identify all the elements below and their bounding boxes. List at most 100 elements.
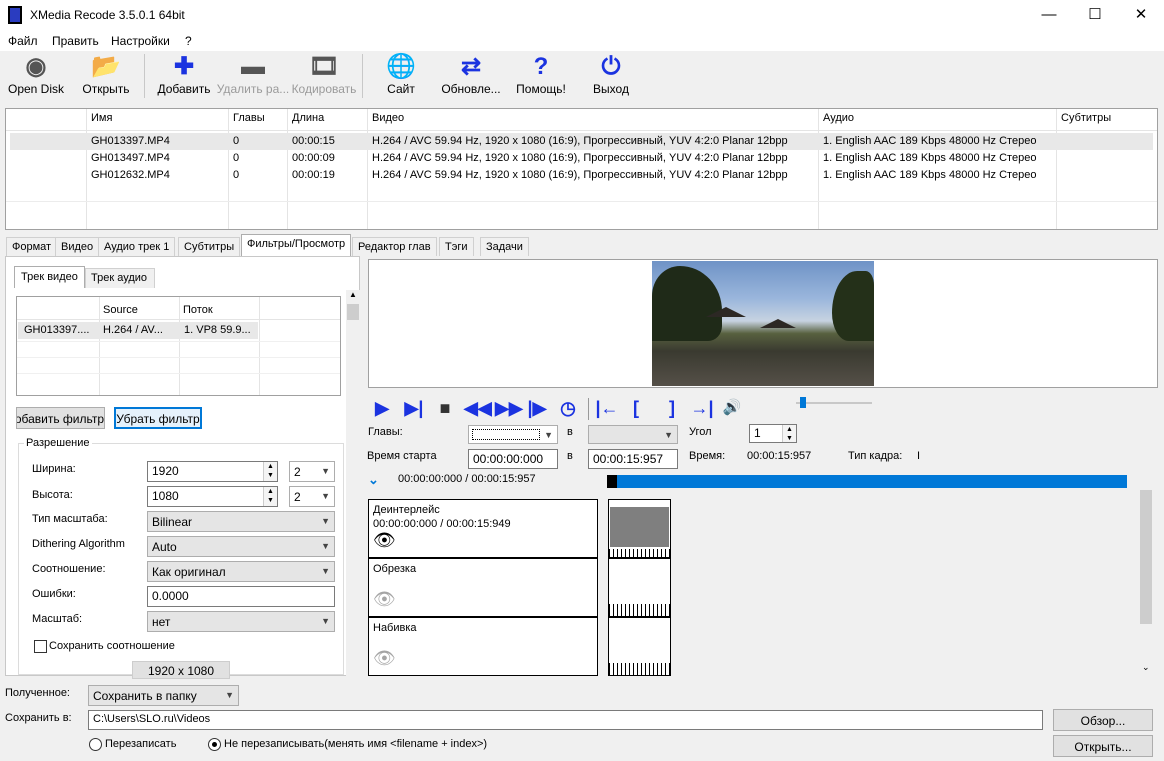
col-length[interactable]: Длина (292, 112, 324, 124)
no-overwrite-radio[interactable] (208, 738, 221, 751)
tab-subtitles[interactable]: Субтитры (178, 237, 241, 256)
add-filter-button[interactable]: Добавить фильтр (16, 407, 105, 429)
table-row[interactable]: GH012632.MP4 0 00:00:19 H.264 / AVC 59.94 H… (10, 167, 1153, 184)
eye-hidden-icon[interactable]: 👁 (373, 589, 396, 610)
help-button[interactable]: ? Помощь! (512, 53, 570, 99)
eye-visible-icon[interactable]: 👁 (373, 530, 396, 551)
tab-chapter-editor[interactable]: Редактор глав (352, 237, 437, 256)
collapse-chevron-icon[interactable]: ⌄ (368, 472, 379, 488)
overwrite-radio[interactable] (89, 738, 102, 751)
encode-button[interactable]: 🎞 Кодировать (290, 53, 358, 99)
volume-icon[interactable]: 🔊 (720, 398, 744, 416)
step-forward-icon[interactable]: |▶ (525, 398, 549, 419)
table-row[interactable]: GH013497.MP4 0 00:00:09 H.264 / AVC 59.94 H… (10, 150, 1153, 167)
tab-audio-track[interactable]: Аудио трек 1 (98, 237, 176, 256)
next-frame-icon[interactable]: ▶| (402, 398, 426, 419)
tab-format[interactable]: Формат (6, 237, 58, 256)
filter-padding-track[interactable] (608, 617, 671, 676)
angle-input[interactable]: 1 ▲ ▼ (749, 424, 797, 443)
col-chapters[interactable]: Главы (233, 112, 265, 124)
go-to-start-icon[interactable]: |← (595, 398, 619, 419)
fast-forward-icon[interactable]: ▶▶ (495, 398, 523, 419)
rewind-icon[interactable]: ◀◀ (464, 398, 492, 419)
tab-video[interactable]: Видео (55, 237, 100, 256)
col-source[interactable]: Source (103, 304, 138, 316)
filter-crop[interactable]: Обрезка 👁 (368, 558, 598, 617)
open-disk-button[interactable]: ◉ Open Disk (6, 53, 66, 99)
subtab-video-track[interactable]: Трек видео (14, 266, 85, 288)
scroll-down-icon[interactable]: ⌄ (1142, 662, 1150, 673)
update-button[interactable]: ⇄ Обновле... (440, 53, 502, 99)
stop-icon[interactable]: ■ (433, 398, 457, 419)
height-divisor-select[interactable]: 2 ▼ (289, 486, 335, 507)
menu-file[interactable]: Файл (8, 34, 38, 48)
track-table[interactable]: Source Поток GH013397.... H.264 / AV... … (16, 296, 341, 396)
filter-deinterlace[interactable]: Деинтерлейс 00:00:00:000 / 00:00:15:949 … (368, 499, 598, 558)
volume-slider-thumb[interactable] (800, 397, 806, 408)
seek-bar[interactable] (607, 475, 1127, 488)
menu-settings[interactable]: Настройки (111, 34, 170, 48)
errors-input[interactable]: 0.0000 (147, 586, 335, 607)
output-select[interactable]: Сохранить в папку ▼ (88, 685, 239, 706)
file-list[interactable]: Имя Главы Длина Видео Аудио Субтитры GH0… (5, 108, 1158, 230)
remove-button[interactable]: ▬ Удалить ра... (216, 53, 290, 99)
col-subtitles[interactable]: Субтитры (1061, 112, 1111, 124)
menu-help[interactable]: ? (185, 34, 192, 48)
exit-button[interactable]: ⏻ Выход (586, 53, 636, 99)
scale-select[interactable]: нет ▼ (147, 611, 335, 632)
height-input[interactable]: 1080 ▲ ▼ (147, 486, 278, 507)
col-audio[interactable]: Аудио (823, 112, 854, 124)
width-divisor-select[interactable]: 2 ▼ (289, 461, 335, 482)
timeline-scrollbar[interactable]: ⌄ (1139, 476, 1153, 676)
go-to-end-icon[interactable]: →| (690, 398, 714, 419)
left-scrollbar[interactable]: ▲ (346, 290, 360, 676)
dither-select[interactable]: Auto ▼ (147, 536, 335, 557)
open-output-button[interactable]: Открыть... (1053, 735, 1153, 757)
clock-icon[interactable]: ◷ (556, 398, 580, 419)
chapter-end-select[interactable]: ▼ (588, 425, 678, 444)
maximize-button[interactable]: ☐ (1072, 0, 1118, 31)
remove-filter-button[interactable]: Убрать фильтр (114, 407, 202, 429)
filter-deinterlace-track[interactable] (608, 499, 671, 558)
table-row[interactable]: GH013397.MP4 0 00:00:15 H.264 / AVC 59.94 H… (10, 133, 1153, 150)
ratio-select[interactable]: Как оригинал ▼ (147, 561, 335, 582)
tab-tags[interactable]: Тэги (439, 237, 474, 256)
scale-type-select[interactable]: Bilinear ▼ (147, 511, 335, 532)
width-input[interactable]: 1920 ▲ ▼ (147, 461, 278, 482)
save-path-input[interactable]: C:\Users\SLO.ru\Videos (88, 710, 1043, 730)
seek-thumb[interactable] (607, 475, 617, 488)
tab-filters-preview[interactable]: Фильтры/Просмотр (241, 234, 352, 257)
col-video[interactable]: Видео (372, 112, 404, 124)
scroll-thumb[interactable] (347, 304, 359, 320)
height-spinner[interactable]: ▲ ▼ (263, 487, 277, 506)
end-time-input[interactable]: 00:00:15:957 (588, 449, 678, 469)
angle-spinner[interactable]: ▲ ▼ (782, 425, 796, 442)
subtab-audio-track[interactable]: Трек аудио (85, 268, 155, 288)
eye-hidden-icon[interactable]: 👁 (373, 648, 396, 669)
minimize-button[interactable]: — (1026, 0, 1072, 31)
filter-padding[interactable]: Набивка 👁 (368, 617, 598, 676)
browse-button[interactable]: Обзор... (1053, 709, 1153, 731)
scroll-up-icon[interactable]: ▲ (349, 290, 357, 299)
menu-edit[interactable]: Править (52, 34, 99, 48)
col-stream[interactable]: Поток (183, 304, 213, 316)
open-button[interactable]: 📂 Открыть (76, 53, 136, 99)
mark-in-icon[interactable]: [ (624, 398, 648, 419)
close-button[interactable]: ✕ (1118, 0, 1164, 31)
col-name[interactable]: Имя (91, 112, 112, 124)
start-time-input[interactable]: 00:00:00:000 (468, 449, 558, 469)
tab-jobs[interactable]: Задачи (480, 237, 529, 256)
chapter-start-select[interactable]: ▼ (468, 425, 558, 444)
time-value: 00:00:15:957 (747, 450, 812, 462)
add-button[interactable]: ✚ Добавить (154, 53, 214, 99)
width-spinner[interactable]: ▲ ▼ (263, 462, 277, 481)
website-button[interactable]: 🌐 Сайт (376, 53, 426, 99)
mark-out-icon[interactable]: ] (660, 398, 684, 419)
play-icon[interactable]: ▶ (370, 398, 394, 419)
volume-slider[interactable] (796, 402, 872, 404)
keep-ratio-checkbox[interactable] (34, 640, 47, 653)
window-title: XMedia Recode 3.5.0.1 64bit (30, 8, 185, 22)
filter-crop-track[interactable] (608, 558, 671, 617)
table-row[interactable]: GH013397.... H.264 / AV... 1. VP8 59.9..… (18, 322, 258, 339)
scroll-thumb[interactable] (1140, 490, 1152, 624)
